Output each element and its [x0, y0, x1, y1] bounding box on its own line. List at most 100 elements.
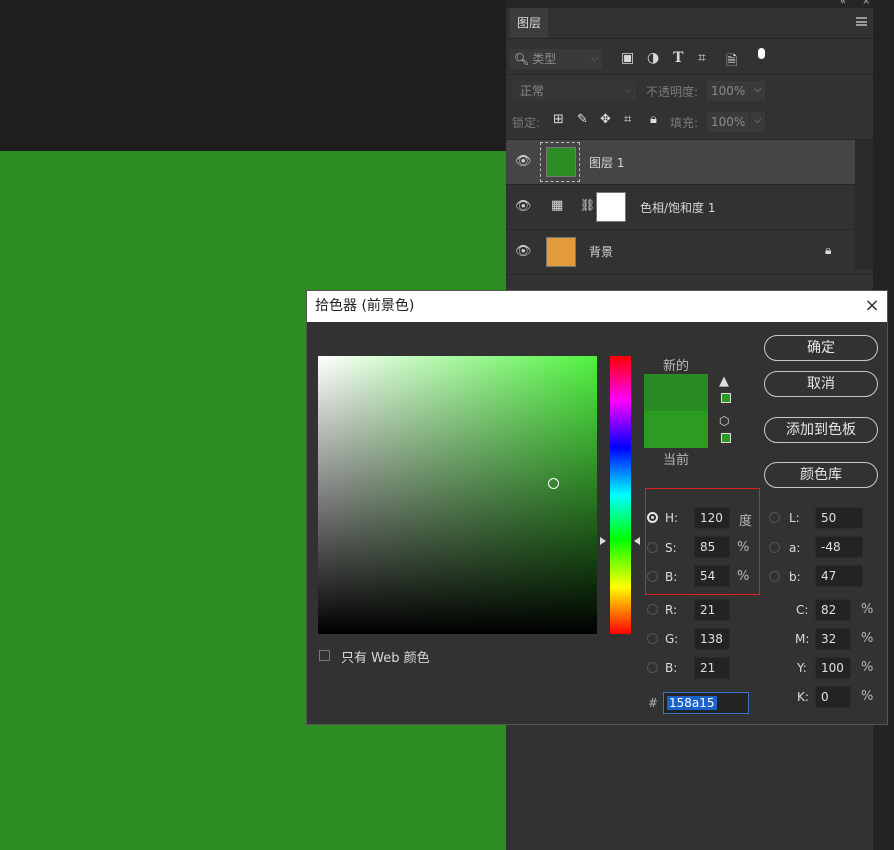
hue-slider-handle-right[interactable] [634, 537, 640, 545]
layer-thumbnail [546, 147, 576, 177]
brightness-radio[interactable] [647, 571, 658, 582]
eye-icon[interactable]: 👁︎ [515, 154, 532, 169]
hue-slider[interactable] [610, 356, 631, 634]
red-input[interactable]: 21 [694, 599, 730, 621]
divider [506, 274, 873, 275]
new-color-label: 新的 [663, 359, 690, 374]
blend-mode-select[interactable]: 正常 ⌵ [512, 81, 636, 101]
magenta-unit: % [861, 631, 874, 646]
divider [506, 38, 873, 39]
lock-artboard-icon[interactable]: ⌗ [624, 112, 631, 127]
cyan-input[interactable]: 82 [815, 599, 851, 621]
web-colors-checkbox[interactable] [319, 650, 330, 661]
magenta-input[interactable]: 32 [815, 628, 851, 650]
lock-icon[interactable]: 🔒︎ [825, 243, 831, 258]
web-colors-label: 只有 Web 颜色 [341, 651, 430, 666]
image-filter-icon[interactable]: ▣ [621, 50, 634, 66]
hue-label: H: [665, 511, 679, 525]
layer-name[interactable]: 图层 1 [589, 154, 624, 171]
link-icon[interactable]: ⛓ [580, 198, 595, 212]
layers-scrollbar[interactable] [855, 140, 873, 270]
shape-filter-icon[interactable]: ⌗ [698, 50, 706, 66]
yellow-input[interactable]: 100 [815, 657, 851, 679]
tab-layers[interactable]: 图层 [510, 8, 548, 38]
saturation-radio[interactable] [647, 542, 658, 553]
lab-b-label: b: [789, 570, 801, 584]
magenta-label: M: [795, 632, 810, 646]
lock-all-icon[interactable]: 🔒︎ [650, 112, 657, 127]
hue-input[interactable]: 120 [694, 507, 730, 529]
black-label: K: [797, 690, 809, 704]
lab-b-input[interactable]: 47 [815, 565, 863, 587]
gamut-swatch[interactable] [721, 393, 731, 403]
layer-name[interactable]: 背景 [589, 243, 613, 260]
hue-unit: 度 [739, 514, 753, 529]
add-to-swatches-button[interactable]: 添加到色板 [764, 417, 878, 443]
fill-label: 填充: [670, 116, 699, 130]
web-safe-swatch[interactable] [721, 433, 731, 443]
layer-name[interactable]: 色相/饱和度 1 [640, 199, 716, 216]
green-radio[interactable] [647, 633, 658, 644]
opacity-dropdown[interactable]: ⌵ [750, 81, 765, 101]
color-libraries-button[interactable]: 颜色库 [764, 462, 878, 488]
current-color-swatch[interactable] [644, 411, 708, 448]
brightness-input[interactable]: 54 [694, 565, 730, 587]
hex-label: # [648, 696, 659, 710]
panel-menu-icon[interactable] [856, 17, 867, 26]
lab-a-radio[interactable] [769, 542, 780, 553]
blend-mode-value: 正常 [520, 84, 545, 98]
search-icon: 🔍︎ [514, 52, 530, 66]
brightness-label: B: [665, 570, 678, 584]
adjust-filter-icon[interactable]: ◑ [647, 50, 659, 66]
opacity-label: 不透明度: [646, 85, 699, 99]
blue-input[interactable]: 21 [694, 657, 730, 679]
lab-l-input[interactable]: 50 [815, 507, 863, 529]
panel-close-icon[interactable]: × [862, 0, 870, 7]
lock-brush-icon[interactable]: ✎ [577, 112, 588, 127]
filter-kind-select[interactable]: 🔍︎ 类型 ⌵ [510, 49, 602, 69]
green-input[interactable]: 138 [694, 628, 730, 650]
lab-l-radio[interactable] [769, 512, 780, 523]
panel-topbar [506, 0, 873, 8]
lab-a-input[interactable]: -48 [815, 536, 863, 558]
hue-radio[interactable] [647, 512, 658, 523]
hex-input[interactable]: 158a15 [663, 692, 749, 714]
lock-transparent-icon[interactable]: ⊞ [553, 112, 564, 127]
filter-kind-label: 类型 [532, 52, 557, 66]
hex-value: 158a15 [667, 696, 717, 710]
current-color-label: 当前 [663, 453, 690, 468]
fill-dropdown[interactable]: ⌵ [750, 112, 765, 132]
collapse-icon[interactable]: « [840, 0, 846, 7]
lab-a-label: a: [789, 541, 801, 555]
black-input[interactable]: 0 [815, 686, 851, 708]
blue-label: B: [665, 661, 678, 675]
new-color-swatch [644, 374, 708, 411]
eye-icon[interactable]: 👁︎ [515, 244, 532, 259]
adjustment-layer-icon: ▦ [551, 198, 564, 213]
ok-button[interactable]: 确定 [764, 335, 878, 361]
green-label: G: [665, 632, 679, 646]
blue-radio[interactable] [647, 662, 658, 673]
dialog-title: 拾色器 (前景色) [307, 291, 887, 322]
color-field-cursor[interactable] [548, 478, 559, 489]
cube-icon[interactable]: ⬡ [719, 414, 729, 428]
saturation-brightness-field[interactable] [318, 356, 597, 634]
close-icon[interactable]: × [862, 293, 882, 319]
smart-filter-icon[interactable]: 🗎︎ [726, 50, 737, 74]
lab-b-radio[interactable] [769, 571, 780, 582]
red-radio[interactable] [647, 604, 658, 615]
fill-input[interactable]: 100% [707, 112, 749, 132]
warning-icon[interactable]: ▲ [719, 374, 729, 389]
saturation-input[interactable]: 85 [694, 536, 730, 558]
black-unit: % [861, 689, 874, 704]
lab-l-label: L: [789, 511, 800, 525]
toggle-icon[interactable] [758, 48, 765, 59]
saturation-label: S: [665, 541, 677, 555]
hue-slider-handle-left[interactable] [600, 537, 606, 545]
opacity-input[interactable]: 100% [707, 81, 749, 101]
type-filter-icon[interactable]: T [673, 50, 683, 66]
lock-move-icon[interactable]: ✥ [600, 112, 611, 127]
lock-label: 锁定: [512, 116, 541, 130]
cancel-button[interactable]: 取消 [764, 371, 878, 397]
eye-icon[interactable]: 👁︎ [515, 199, 532, 214]
